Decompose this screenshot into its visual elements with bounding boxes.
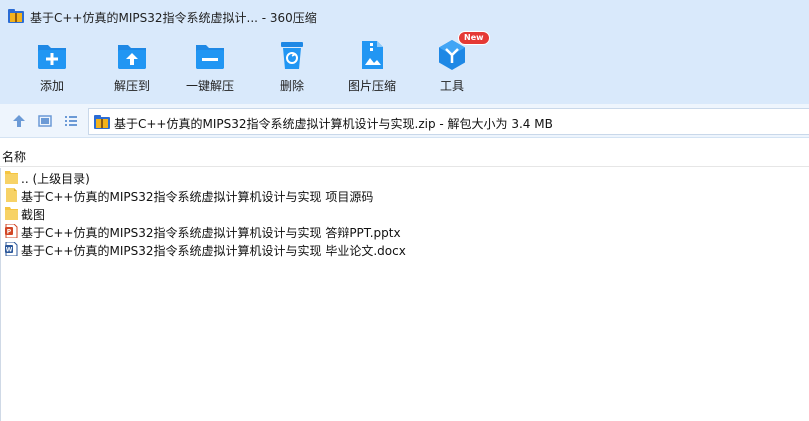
- svg-text:W: W: [6, 247, 13, 254]
- extract-to-button[interactable]: 解压到: [94, 36, 170, 100]
- image-compress-label: 图片压缩: [347, 79, 396, 93]
- list-item-name: 基于C++仿真的MIPS32指令系统虚拟计算机设计与实现 项目源码: [21, 190, 374, 204]
- up-arrow-icon[interactable]: [12, 114, 26, 128]
- add-button[interactable]: 添加: [14, 36, 90, 100]
- folder-icon: [5, 207, 18, 220]
- delete-icon: [281, 42, 303, 69]
- list-header: 名称: [0, 142, 809, 167]
- one-click-extract-label: 一键解压: [185, 79, 234, 93]
- address-text: 基于C++仿真的MIPS32指令系统虚拟计算机设计与实现.zip - 解包大小为…: [114, 117, 553, 131]
- delete-button[interactable]: 删除: [254, 36, 330, 100]
- tools-label: 工具: [439, 79, 464, 93]
- tools-button[interactable]: New 工具: [414, 31, 490, 100]
- list-item-name: 基于C++仿真的MIPS32指令系统虚拟计算机设计与实现 毕业论文.docx: [21, 244, 406, 258]
- file-list: .. (上级目录) 基于C++仿真的MIPS32指令系统虚拟计算机设计与实现 项…: [0, 168, 809, 258]
- list-item-parent-dir[interactable]: .. (上级目录): [0, 168, 809, 186]
- one-click-extract-button[interactable]: 一键解压: [172, 36, 248, 100]
- list-item-name: .. (上级目录): [21, 172, 90, 186]
- list-item-name: 基于C++仿真的MIPS32指令系统虚拟计算机设计与实现 答辩PPT.pptx: [21, 226, 401, 240]
- file-icon: [6, 188, 17, 202]
- extract-to-icon: [118, 45, 146, 69]
- list-view-icon[interactable]: [64, 114, 78, 128]
- delete-label: 删除: [279, 79, 304, 93]
- main-toolbar: 添加 解压到 一键解压 删除 图片压缩 New 工具: [0, 31, 809, 100]
- add-folder-icon: [38, 45, 66, 69]
- title-bar: 基于C++仿真的MIPS32指令系统虚拟计... - 360压缩: [0, 0, 809, 32]
- address-bar-row: 基于C++仿真的MIPS32指令系统虚拟计算机设计与实现.zip - 解包大小为…: [0, 104, 809, 138]
- new-badge: New: [458, 31, 490, 45]
- list-item-docx[interactable]: W 基于C++仿真的MIPS32指令系统虚拟计算机设计与实现 毕业论文.docx: [0, 240, 809, 258]
- list-item-name: 截图: [21, 208, 46, 222]
- image-compress-icon: [362, 41, 383, 69]
- image-compress-button[interactable]: 图片压缩: [334, 36, 410, 100]
- powerpoint-file-icon: P: [5, 224, 18, 238]
- word-file-icon: W: [5, 242, 18, 256]
- folder-icon: [5, 171, 18, 184]
- list-item-screenshots[interactable]: 截图: [0, 204, 809, 222]
- address-box[interactable]: 基于C++仿真的MIPS32指令系统虚拟计算机设计与实现.zip - 解包大小为…: [88, 108, 809, 135]
- list-item-source-code[interactable]: 基于C++仿真的MIPS32指令系统虚拟计算机设计与实现 项目源码: [0, 186, 809, 204]
- toolbar-area: 基于C++仿真的MIPS32指令系统虚拟计... - 360压缩 添加 解压到: [0, 0, 809, 104]
- thumbnail-view-icon[interactable]: [38, 114, 52, 128]
- window-title: 基于C++仿真的MIPS32指令系统虚拟计... - 360压缩: [30, 11, 317, 25]
- list-item-pptx[interactable]: P 基于C++仿真的MIPS32指令系统虚拟计算机设计与实现 答辩PPT.ppt…: [0, 222, 809, 240]
- archive-app-icon: [8, 9, 24, 23]
- one-click-extract-icon: [196, 45, 224, 69]
- zip-archive-icon: [94, 115, 110, 129]
- extract-to-label: 解压到: [113, 79, 150, 93]
- svg-text:P: P: [7, 229, 12, 236]
- column-name-header[interactable]: 名称: [2, 148, 26, 165]
- add-label: 添加: [39, 79, 64, 93]
